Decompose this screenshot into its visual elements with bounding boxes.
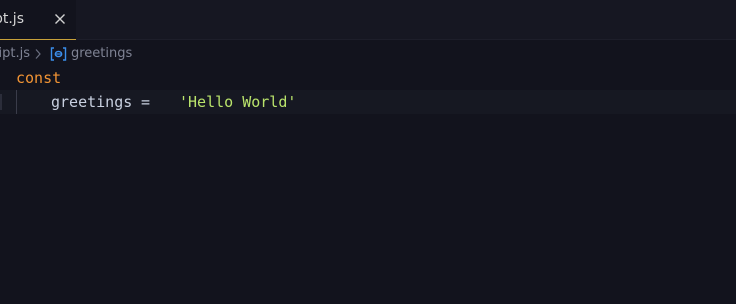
variable-icon [50, 47, 67, 61]
code-line-2[interactable]: greetings = 'Hello World' [0, 90, 736, 114]
breadcrumb: script.js greetings [0, 44, 736, 66]
tab-bar: script.js [0, 0, 736, 40]
identifier-greetings: greetings [51, 93, 133, 111]
breadcrumb-symbol[interactable]: greetings [71, 46, 132, 61]
code-line-1[interactable]: const [0, 66, 736, 90]
assignment-operator: = [141, 93, 151, 111]
tab-script-js[interactable]: script.js [0, 0, 76, 40]
chevron-right-icon [34, 48, 42, 64]
breadcrumb-file[interactable]: script.js [0, 46, 30, 61]
string-literal: 'Hello World' [179, 93, 297, 111]
tab-label: script.js [0, 11, 24, 27]
keyword-const: const [16, 69, 62, 87]
code-editor[interactable]: script.js script.js greetings [0, 0, 736, 304]
indent-guide [16, 90, 17, 114]
gutter-indicator [0, 94, 2, 110]
code-area[interactable]: const greetings = 'Hello World' [0, 66, 736, 114]
close-icon[interactable] [52, 11, 68, 27]
